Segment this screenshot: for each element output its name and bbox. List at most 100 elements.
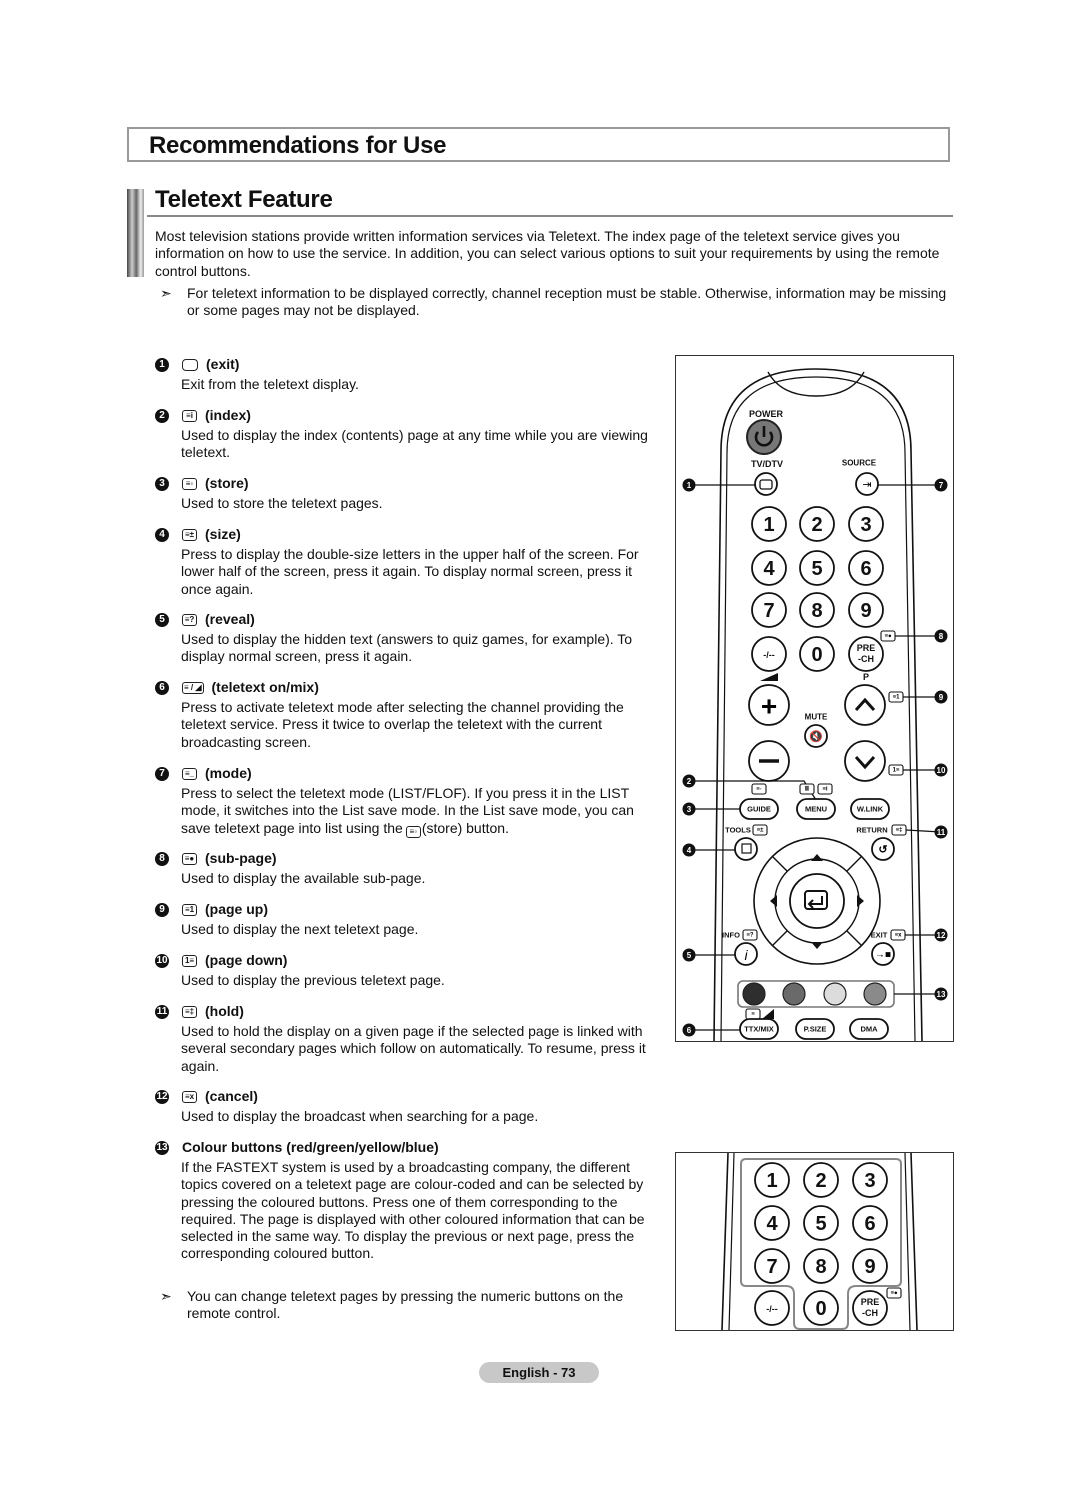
reveal-icon: ≡? — [182, 613, 197, 626]
digit-button-2-label: 2 — [811, 514, 822, 536]
remote-body-outline — [910, 1152, 918, 1331]
color-button-red[interactable] — [742, 982, 766, 1006]
heading-bar — [127, 189, 144, 277]
callout-number: 5 — [155, 612, 169, 627]
digit-button-7-label: 7 — [766, 1256, 777, 1278]
remote-body-outline — [721, 1152, 729, 1331]
digit-button-0[interactable]: 0 — [803, 1290, 839, 1326]
guide-button[interactable]: GUIDE — [739, 798, 779, 820]
callout-number: 8 — [155, 851, 169, 866]
note-stability: For teletext information to be displayed… — [187, 285, 947, 319]
cancel-icon: ≡x — [182, 1090, 197, 1103]
mute-icon: 🔇 — [809, 730, 823, 743]
digit-button-0[interactable]: 0 — [799, 636, 835, 672]
digit-button-3[interactable]: 3 — [852, 1162, 888, 1198]
index-icon-glyph: ≡i — [822, 787, 828, 793]
item-5: 5 ≡? (reveal) Used to display the hidden te… — [155, 611, 665, 666]
item-3: 3 ≡◦ (store) Used to store the teletext pag… — [155, 475, 665, 512]
item-label: (teletext on/mix) — [211, 678, 319, 695]
color-button-yellow[interactable] — [823, 982, 847, 1006]
source-label: SOURCE — [842, 459, 877, 468]
callout-number: 3 — [155, 476, 169, 491]
heading-rule — [147, 215, 953, 217]
channel-dash-button-label: -/-- — [766, 1304, 778, 1314]
pre-label: PRE — [861, 1297, 880, 1307]
color-button-green[interactable] — [782, 982, 806, 1006]
digit-button-3-label: 3 — [860, 514, 871, 536]
description-text: Used to store the teletext pages. — [181, 495, 383, 511]
digit-button-2[interactable]: 2 — [803, 1162, 839, 1198]
channel-dash-button[interactable]: -/-- — [751, 636, 787, 672]
mode-icon-glyph: Ⅲ — [805, 786, 809, 793]
item-label: (store) — [205, 474, 249, 491]
power-label: POWER — [749, 409, 784, 419]
page-up-icon-glyph: ≡1 — [893, 695, 901, 701]
channel-dash-button-label: -/-- — [763, 650, 775, 660]
digit-button-8[interactable]: 8 — [803, 1248, 839, 1284]
callout-number: 8 — [939, 632, 944, 641]
item-4: 4 ≡± (size) Press to display the double-siz… — [155, 526, 665, 598]
description-text: Press to activate teletext mode after se… — [181, 699, 624, 750]
callout-number: 6 — [687, 1026, 692, 1035]
tools-button[interactable] — [734, 837, 758, 861]
digit-button-6-label: 6 — [860, 558, 871, 580]
item-1: 1 (exit) Exit from the teletext display. — [155, 356, 665, 393]
digit-button-3-label: 3 — [864, 1170, 875, 1192]
tools-label: TOOLS — [725, 826, 751, 835]
digit-button-3[interactable]: 3 — [848, 506, 884, 542]
digit-button-7[interactable]: 7 — [754, 1248, 790, 1284]
item-description: Used to display the hidden text (answers… — [181, 631, 665, 666]
digit-button-4[interactable]: 4 — [754, 1205, 790, 1241]
p-label: P — [863, 672, 869, 682]
digit-button-6[interactable]: 6 — [852, 1205, 888, 1241]
item-label: (page up) — [205, 900, 268, 917]
item-description: Used to display the broadcast when searc… — [181, 1108, 665, 1125]
tv-dtv-button[interactable] — [754, 472, 778, 496]
menu-button-label: MENU — [805, 805, 827, 814]
digit-button-7[interactable]: 7 — [751, 592, 787, 628]
digit-button-1[interactable]: 1 — [754, 1162, 790, 1198]
digit-button-5[interactable]: 5 — [799, 550, 835, 586]
digit-button-7-label: 7 — [763, 600, 774, 622]
psize-button[interactable]: P.SIZE — [795, 1018, 835, 1040]
digit-button-9[interactable]: 9 — [848, 592, 884, 628]
digit-button-5[interactable]: 5 — [803, 1205, 839, 1241]
menu-button[interactable]: MENU — [796, 798, 836, 820]
channel-down-button[interactable] — [844, 740, 886, 782]
digit-button-1[interactable]: 1 — [751, 506, 787, 542]
wlink-button[interactable]: W.LINK — [850, 798, 890, 820]
digit-button-4[interactable]: 4 — [751, 550, 787, 586]
item-label: (reveal) — [205, 610, 255, 627]
digit-button-5-label: 5 — [815, 1213, 826, 1235]
callout-number: 9 — [155, 902, 169, 917]
digit-button-6[interactable]: 6 — [848, 550, 884, 586]
item-label: (index) — [205, 406, 251, 423]
color-button-blue[interactable] — [863, 982, 887, 1006]
item-description: Press to activate teletext mode after se… — [181, 699, 665, 751]
page-down-icon: 1≡ — [182, 954, 197, 967]
channel-dash-button[interactable]: -/-- — [754, 1290, 790, 1326]
digit-button-9[interactable]: 9 — [852, 1248, 888, 1284]
callout-number: 3 — [687, 805, 692, 814]
page-down-icon-glyph: 1≡ — [893, 768, 900, 774]
item-6: 6 ≡ / ◢ (teletext on/mix) Press to activate… — [155, 679, 665, 751]
callout-number: 10 — [937, 766, 946, 775]
digit-button-2-label: 2 — [815, 1170, 826, 1192]
channel-up-button[interactable] — [844, 684, 886, 726]
callout-number: 11 — [155, 1004, 169, 1019]
digit-button-9-label: 9 — [860, 600, 871, 622]
enter-button[interactable] — [789, 873, 845, 929]
callout-number: 2 — [155, 408, 169, 423]
item-2: 2 ≡i (index) Used to display the index (con… — [155, 407, 665, 462]
item-description: Used to display the next teletext page. — [181, 921, 665, 938]
item-description: Press to select the teletext mode (LIST/… — [181, 785, 665, 838]
note-arrow-icon: ➣ — [160, 285, 172, 301]
item-label: (exit) — [206, 355, 240, 372]
digit-button-2[interactable]: 2 — [799, 506, 835, 542]
ttx-mix-button[interactable]: TTX/MIX — [739, 1018, 779, 1040]
digit-button-0-label: 0 — [811, 644, 822, 666]
remote-control-diagram: POWER TV/DTV SOURCE 1 7 ⇥ 1 2 3 4 5 6 7 8 9 -/-- 0 PRE -CH… — [675, 355, 954, 1042]
dma-button[interactable]: DMA — [849, 1018, 889, 1040]
digit-button-8[interactable]: 8 — [799, 592, 835, 628]
item-label: Colour buttons (red/green/yellow/blue) — [182, 1138, 439, 1155]
